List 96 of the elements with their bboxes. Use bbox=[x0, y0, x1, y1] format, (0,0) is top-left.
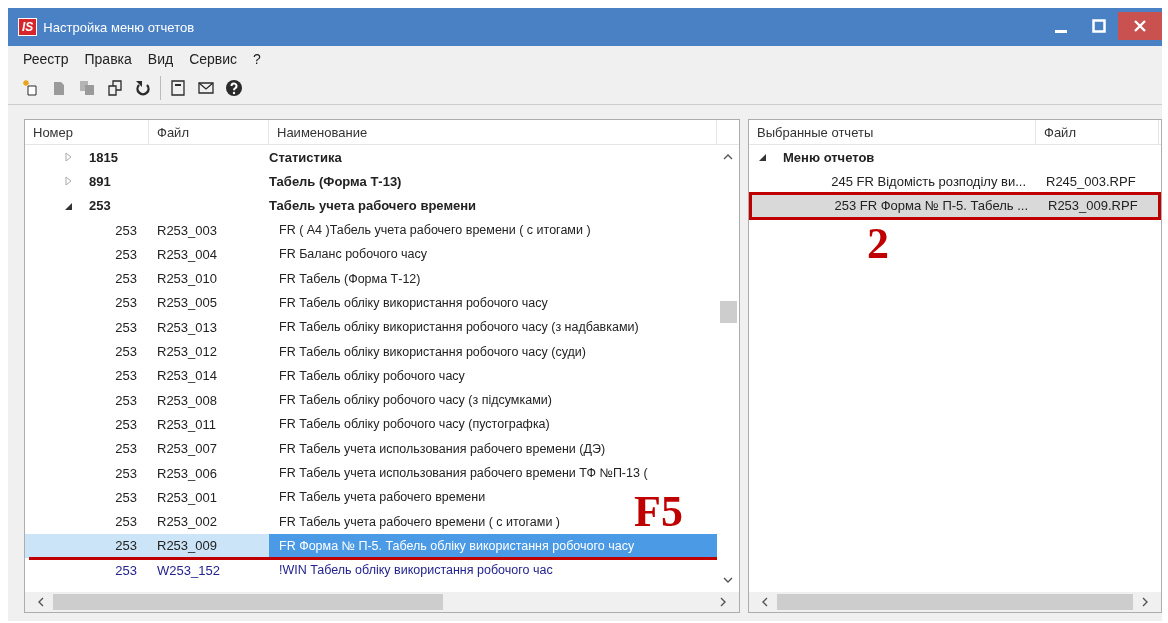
scroll-left-icon[interactable] bbox=[761, 597, 769, 607]
menu-item[interactable]: Вид bbox=[147, 51, 174, 67]
report-file[interactable]: R253_005 bbox=[149, 290, 269, 316]
selected-report-row[interactable]: 245 FR Відомість розподілу ви... R245_003.RPF bbox=[749, 169, 1161, 194]
scroll-thumb[interactable] bbox=[719, 301, 737, 323]
report-file: R245_003.RPF bbox=[1045, 172, 1137, 191]
scroll-right-icon[interactable] bbox=[1141, 597, 1149, 607]
annotation-label: 2 bbox=[867, 221, 889, 266]
mail-icon bbox=[197, 79, 215, 97]
column-header[interactable]: Файл bbox=[1036, 120, 1159, 144]
report-number[interactable]: 253 bbox=[25, 363, 149, 388]
group-name: Табель учета рабочего времени bbox=[269, 197, 478, 216]
group-row[interactable]: 891 Табель (Форма Т-13) bbox=[25, 169, 717, 194]
scroll-down-icon[interactable] bbox=[723, 576, 733, 584]
report-number[interactable]: 253 bbox=[25, 315, 149, 340]
group-number: 891 bbox=[89, 173, 111, 189]
report-number[interactable]: 253 bbox=[25, 290, 149, 316]
group-row[interactable]: 1815 Статистика bbox=[25, 145, 717, 170]
refresh-icon bbox=[134, 79, 152, 97]
maximize-icon bbox=[1092, 19, 1106, 33]
annotation-label: F5 bbox=[634, 489, 683, 534]
help-icon bbox=[225, 79, 243, 97]
column-header[interactable]: Выбранные отчеты bbox=[749, 120, 1036, 144]
report-file[interactable]: R253_013 bbox=[149, 315, 269, 340]
report-file[interactable]: R253_012 bbox=[149, 339, 269, 364]
report-number[interactable]: 253 bbox=[25, 242, 149, 267]
menu-item[interactable]: Реестр bbox=[23, 51, 69, 67]
expander-icon[interactable] bbox=[757, 152, 767, 163]
report-number[interactable]: 253 bbox=[25, 387, 149, 413]
report-file[interactable]: R253_009 bbox=[149, 533, 269, 559]
report-name[interactable]: FR Табель обліку використання робочого часу bbox=[279, 295, 548, 310]
report-name: 245 FR Відомість розподілу ви... bbox=[830, 172, 1027, 191]
scroll-thumb[interactable] bbox=[776, 594, 1134, 610]
report-name[interactable]: FR Табель (Форма Т-12) bbox=[279, 271, 421, 286]
column-header[interactable]: Файл bbox=[149, 120, 269, 144]
report-name[interactable]: FR Табель обліку робочого часу (пустографка) bbox=[279, 417, 550, 432]
scroll-thumb[interactable] bbox=[53, 594, 443, 610]
report-name[interactable]: FR Табель учета рабочего времени ( с итогами ) bbox=[279, 514, 560, 529]
report-name[interactable]: FR Баланс робочого часу bbox=[279, 247, 428, 262]
close-icon bbox=[1133, 19, 1147, 33]
report-name[interactable]: !WIN Табель обліку використання робочого час bbox=[279, 563, 553, 578]
group-name: Статистика bbox=[269, 148, 343, 167]
report-file[interactable]: R253_001 bbox=[149, 485, 269, 510]
report-file[interactable]: R253_002 bbox=[149, 509, 269, 534]
report-file[interactable]: R253_003 bbox=[149, 217, 269, 243]
report-name[interactable]: FR Табель учета использования рабочего времени ТФ №П-13 ( bbox=[279, 466, 648, 480]
report-file[interactable]: R253_004 bbox=[149, 242, 269, 267]
report-number[interactable]: 253 bbox=[25, 460, 149, 486]
report-number[interactable]: 253 bbox=[25, 436, 149, 461]
report-name[interactable]: FR Табель обліку використання робочого часу (суди) bbox=[279, 344, 586, 359]
report-file: R253_009.RPF bbox=[1047, 197, 1139, 216]
report-number[interactable]: 253 bbox=[25, 412, 149, 437]
report-name[interactable]: FR Табель обліку робочого часу bbox=[279, 368, 465, 383]
app-logo: IS bbox=[18, 18, 38, 36]
report-file[interactable]: R253_010 bbox=[149, 266, 269, 291]
horizontal-scrollbar[interactable] bbox=[25, 592, 739, 612]
report-number[interactable]: 253 bbox=[25, 485, 149, 510]
report-file[interactable]: R253_014 bbox=[149, 363, 269, 388]
report-name[interactable]: FR ( А4 )Табель учета рабочего времени ( с итогами ) bbox=[279, 223, 591, 238]
group-number: 253 bbox=[89, 198, 111, 214]
window-title: Настройка меню отчетов bbox=[43, 19, 195, 35]
report-name: 253 FR Форма № П-5. Табель ... bbox=[833, 197, 1029, 216]
pages-icon bbox=[78, 79, 96, 97]
form-icon bbox=[169, 79, 187, 97]
menu-item[interactable]: Правка bbox=[84, 51, 132, 67]
report-file[interactable]: R253_011 bbox=[149, 412, 269, 437]
report-file[interactable]: W253_152 bbox=[149, 558, 269, 583]
report-number[interactable]: 253 bbox=[25, 339, 149, 364]
report-number[interactable]: 253 bbox=[25, 509, 149, 534]
report-number[interactable]: 253 bbox=[25, 533, 149, 559]
report-file[interactable]: R253_006 bbox=[149, 460, 269, 486]
menu-item[interactable]: Сервис bbox=[189, 51, 238, 67]
scroll-up-icon[interactable] bbox=[723, 153, 733, 161]
report-name[interactable]: FR Табель учета рабочего времени bbox=[279, 490, 486, 505]
group-name: Табель (Форма Т-13) bbox=[269, 172, 403, 191]
close-button[interactable] bbox=[1118, 12, 1162, 40]
group-row[interactable]: 253 Табель учета рабочего времени bbox=[25, 193, 717, 218]
horizontal-scrollbar[interactable] bbox=[749, 592, 1161, 612]
minimize-icon bbox=[1055, 29, 1067, 33]
report-file[interactable]: R253_008 bbox=[149, 387, 269, 413]
report-number[interactable]: 253 bbox=[25, 266, 149, 291]
report-name[interactable]: FR Табель учета использования рабочего времени (ДЭ) bbox=[279, 441, 606, 456]
report-file[interactable]: R253_007 bbox=[149, 436, 269, 461]
report-name[interactable]: FR Табель обліку використання робочого часу (з надбавками) bbox=[279, 320, 639, 335]
copy-icon bbox=[106, 79, 124, 97]
menu-root-name: Меню отчетов bbox=[783, 149, 875, 165]
report-number[interactable]: 253 bbox=[25, 217, 149, 243]
column-header[interactable]: Номер bbox=[25, 120, 149, 144]
report-number[interactable]: 253 bbox=[25, 558, 149, 583]
menu-item[interactable]: ? bbox=[253, 51, 261, 67]
scroll-right-icon[interactable] bbox=[719, 597, 727, 607]
scroll-left-icon[interactable] bbox=[37, 597, 45, 607]
column-header[interactable]: Наименование bbox=[269, 120, 717, 144]
new-file-icon bbox=[22, 79, 40, 97]
report-name[interactable]: FR Табель обліку робочого часу (з підсумками) bbox=[279, 393, 552, 408]
group-number: 1815 bbox=[89, 149, 118, 165]
